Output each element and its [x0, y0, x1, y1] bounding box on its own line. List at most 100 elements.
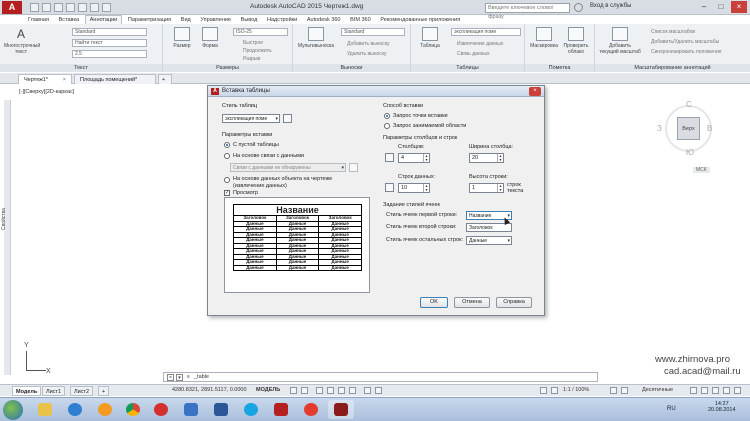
layout-tab-sheet2[interactable]: Лист2 [70, 386, 94, 396]
doc-tab-area[interactable]: Площадь помещений* [74, 74, 156, 84]
fullscreen-icon[interactable] [723, 387, 730, 394]
save-as-icon[interactable] [66, 3, 75, 12]
otrack-icon[interactable] [349, 387, 356, 394]
taskbar-media[interactable] [92, 400, 118, 419]
taskbar-skype[interactable] [238, 400, 264, 419]
print-icon[interactable] [78, 3, 87, 12]
row-height-spinner[interactable]: 1 ▲ ▼ [469, 183, 504, 193]
spinner-arrows-icon[interactable]: ▲ ▼ [423, 184, 429, 192]
continue-dim-button[interactable]: Продолжить [243, 48, 272, 54]
taskbar-autocad[interactable] [268, 400, 294, 419]
table-style-combo[interactable]: экспликация поме [451, 28, 521, 36]
snap-icon[interactable] [301, 387, 308, 394]
spinner-arrows-icon[interactable]: ▲ ▼ [497, 184, 503, 192]
taskbar-explorer[interactable] [32, 400, 58, 419]
model-space-toggle[interactable]: МОДЕЛЬ [256, 387, 280, 393]
app-menu-button[interactable]: A [2, 1, 22, 14]
text-height-combo[interactable]: 2.5 [72, 50, 147, 58]
minimize-icon[interactable]: – [696, 1, 712, 13]
multileader-button[interactable]: Мультивыноска [295, 27, 337, 49]
help-button[interactable]: Справка [496, 297, 532, 308]
tolerance-button[interactable]: Форма [193, 27, 227, 49]
start-button[interactable] [3, 400, 23, 420]
close-cmd-icon[interactable]: × [167, 374, 174, 381]
column-width-spinner[interactable]: 20 ▲ ▼ [469, 153, 504, 163]
table-style-combo[interactable]: экспликация поме ▾ [222, 114, 280, 123]
dimensions-panel-title[interactable]: Размеры [163, 64, 292, 72]
clock[interactable]: 14:27 20.08.2014 [708, 401, 736, 413]
mtext-button[interactable]: A Многострочный текст [4, 27, 40, 55]
dim-style-combo[interactable]: ISO-25 [233, 28, 288, 36]
text-panel-title[interactable]: Текст [0, 64, 162, 72]
annotation-visibility-icon[interactable] [540, 387, 547, 394]
table-button[interactable]: Таблица [413, 27, 447, 49]
add-remove-scales-button[interactable]: Добавить/Удалить масштабы [651, 39, 719, 45]
lineweight-icon[interactable] [364, 387, 371, 394]
spinner-arrows-icon[interactable]: ▲ ▼ [497, 154, 503, 162]
open-icon[interactable] [42, 3, 51, 12]
quick-properties-icon[interactable] [690, 387, 697, 394]
close-tab-icon[interactable]: × [63, 75, 66, 85]
transparency-icon[interactable] [375, 387, 382, 394]
redo-icon[interactable] [102, 3, 111, 12]
ortho-icon[interactable] [316, 387, 323, 394]
search-input[interactable]: Введите ключевое слово/фразу [485, 3, 570, 20]
add-current-scale-button[interactable]: Добавить текущий масштаб [599, 27, 641, 55]
taskbar-chrome[interactable] [120, 400, 146, 419]
tables-panel-title[interactable]: Таблицы [411, 64, 524, 72]
close-icon[interactable]: × [731, 1, 747, 13]
signin-button[interactable]: Вход в службы [590, 3, 632, 9]
search-icon[interactable] [574, 3, 583, 12]
undo-icon[interactable] [90, 3, 99, 12]
viewcube-north[interactable]: С [686, 100, 692, 109]
save-icon[interactable] [54, 3, 63, 12]
wcs-menu[interactable]: МСК [693, 167, 710, 173]
taskbar-ie[interactable] [62, 400, 88, 419]
viewcube-west[interactable]: З [657, 124, 662, 133]
preview-checkbox[interactable]: ✓ [224, 190, 230, 196]
insert-window-radio[interactable] [384, 123, 390, 129]
isolate-objects-icon[interactable] [712, 387, 719, 394]
mleader-style-combo[interactable]: Standard [341, 28, 405, 36]
insert-point-radio[interactable] [384, 113, 390, 119]
annotation-scale[interactable]: 1:1 / 100% [563, 387, 589, 393]
taskbar-word[interactable] [208, 400, 234, 419]
leaders-panel-title[interactable]: Выноски [293, 64, 410, 72]
viewport-controls[interactable]: [-][Сверху][2D-каркас] [19, 89, 74, 95]
sync-positions-button[interactable]: Синхронизировать положения [651, 49, 721, 55]
new-icon[interactable] [30, 3, 39, 12]
ok-button[interactable]: OK [420, 297, 448, 308]
taskbar-mail[interactable] [178, 400, 204, 419]
units-selector[interactable]: Десятичные [642, 387, 673, 393]
cancel-button[interactable]: Отмена [454, 297, 490, 308]
language-indicator[interactable]: RU [667, 406, 676, 412]
coordinates-readout[interactable]: 4280.8321, 2891.5117, 0.0000 [172, 387, 247, 393]
text-style-combo[interactable]: Standard [72, 28, 147, 36]
data-extraction-button[interactable]: Извлечение данных [457, 41, 503, 47]
viewcube-top-face[interactable]: Верх [677, 117, 700, 140]
layout-tab-sheet1[interactable]: Лист1 [42, 386, 66, 396]
viewcube[interactable]: С В Ю З Верх МСК [657, 100, 743, 180]
object-data-radio[interactable] [224, 177, 230, 183]
layout-tab-model[interactable]: Модель [12, 386, 42, 396]
properties-palette-strip[interactable] [4, 100, 11, 375]
grid-icon[interactable] [290, 387, 297, 394]
taskbar-opera[interactable] [148, 400, 174, 419]
wipeout-button[interactable]: Маскировка [527, 27, 561, 49]
taskbar-yandex[interactable] [298, 400, 324, 419]
customize-icon[interactable] [734, 387, 741, 394]
remove-leader-button[interactable]: Удалить выноску [347, 51, 387, 57]
data-link-button[interactable]: Связь данных [457, 51, 490, 57]
viewcube-south[interactable]: Ю [686, 148, 694, 157]
dialog-close-icon[interactable]: × [529, 87, 541, 96]
add-leader-button[interactable]: Добавить выноску [347, 41, 390, 47]
find-text-input[interactable]: Найти текст [72, 39, 147, 47]
data-rows-spinner[interactable]: 10 ▲ ▼ [398, 183, 430, 193]
osnap-icon[interactable] [338, 387, 345, 394]
empty-table-radio[interactable] [224, 142, 230, 148]
taskbar-autocad-active[interactable] [328, 400, 354, 419]
break-dim-button[interactable]: Разрыв [243, 56, 260, 62]
add-layout-button[interactable]: + [98, 386, 110, 396]
dialog-title-bar[interactable]: A Вставка таблицы × [208, 86, 544, 97]
markup-panel-title[interactable]: Пометка [525, 64, 594, 72]
